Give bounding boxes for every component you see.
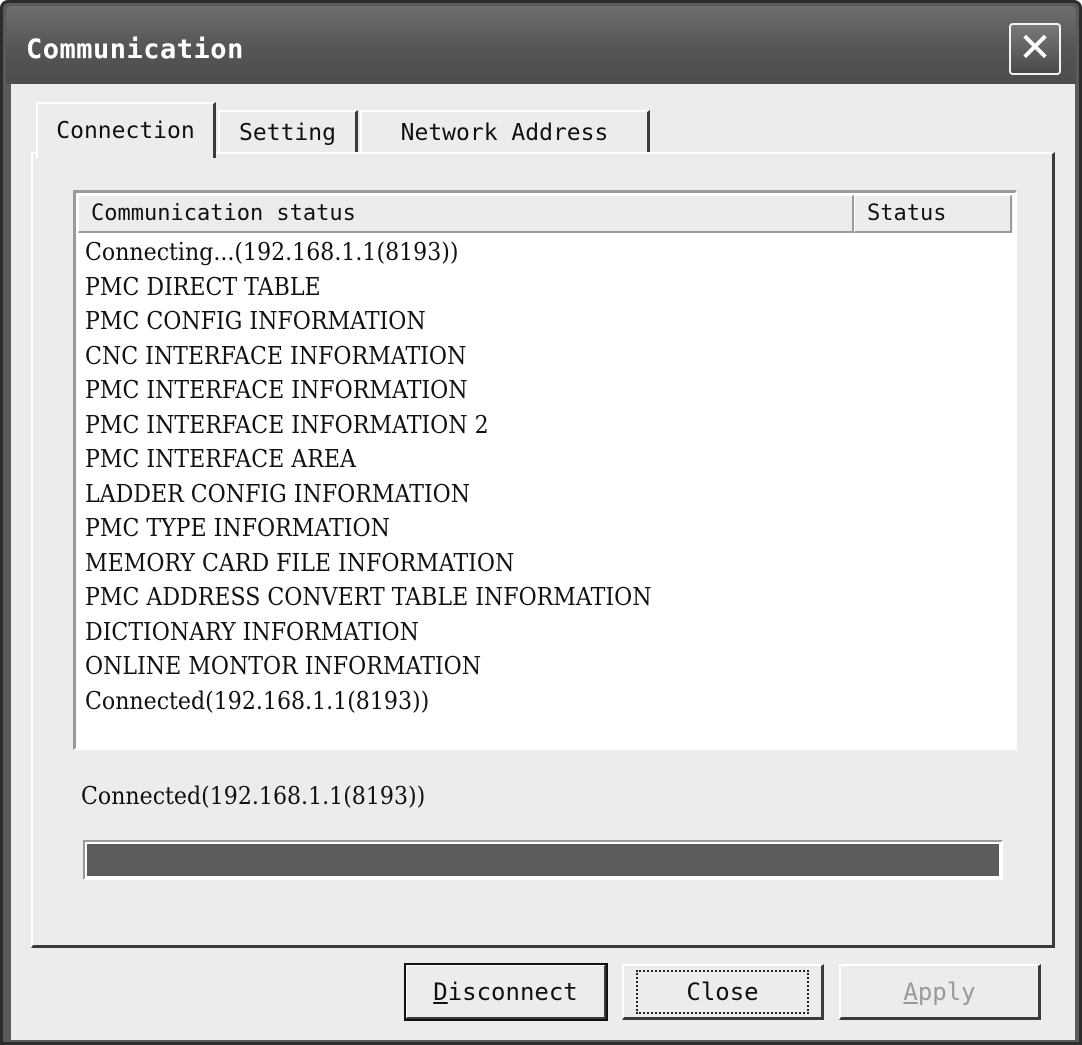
connection-panel: Communication status Status Connecting..… (31, 152, 1055, 948)
dialog-window: Communication ✕ Connection Setting Netwo… (0, 0, 1082, 1045)
apply-label: pply (917, 977, 976, 1006)
progress-bar (83, 840, 1003, 880)
list-item[interactable]: Connected(192.168.1.1(8193)) (85, 684, 937, 719)
dialog-client-area: Connection Setting Network Address Commu… (11, 84, 1075, 1040)
communication-status-list[interactable]: Communication status Status Connecting..… (73, 190, 1017, 750)
list-item[interactable]: LADDER CONFIG INFORMATION (85, 477, 937, 512)
disconnect-label: isconnect (447, 977, 578, 1006)
list-item[interactable]: MEMORY CARD FILE INFORMATION (85, 546, 937, 581)
list-item[interactable]: ONLINE MONTOR INFORMATION (85, 649, 937, 684)
list-item[interactable]: PMC INTERFACE INFORMATION 2 (85, 408, 937, 443)
disconnect-button[interactable]: Disconnect (404, 963, 608, 1021)
list-header: Communication status Status (78, 195, 1013, 233)
list-item[interactable]: Connecting...(192.168.1.1(8193)) (85, 235, 937, 270)
list-item[interactable]: CNC INTERFACE INFORMATION (85, 339, 937, 374)
tab-network-address-label: Network Address (400, 120, 609, 146)
tab-connection-label: Connection (56, 118, 195, 144)
column-header-communication-status[interactable]: Communication status (78, 195, 854, 233)
progress-fill (87, 844, 999, 876)
tab-network-address[interactable]: Network Address (360, 110, 650, 154)
tab-connection[interactable]: Connection (36, 102, 216, 158)
disconnect-mnemonic: D (433, 977, 448, 1006)
apply-button[interactable]: Apply (839, 964, 1041, 1020)
window-title: Communication (26, 34, 244, 65)
tab-setting[interactable]: Setting (218, 110, 358, 154)
list-item[interactable]: PMC TYPE INFORMATION (85, 511, 937, 546)
apply-mnemonic: A (903, 977, 918, 1006)
list-item[interactable]: PMC DIRECT TABLE (85, 270, 937, 305)
close-button[interactable]: Close (622, 964, 824, 1020)
connection-status-text: Connected(192.168.1.1(8193)) (81, 782, 426, 810)
list-item[interactable]: PMC INTERFACE INFORMATION (85, 373, 937, 408)
close-button-label: Close (636, 969, 809, 1014)
tab-setting-label: Setting (239, 120, 336, 146)
list-item[interactable]: DICTIONARY INFORMATION (85, 615, 937, 650)
list-item[interactable]: PMC CONFIG INFORMATION (85, 304, 937, 339)
list-item[interactable]: PMC ADDRESS CONVERT TABLE INFORMATION (85, 580, 937, 615)
title-bar[interactable]: Communication ✕ (6, 6, 1076, 84)
status-rows: Connecting...(192.168.1.1(8193)) PMC DIRE… (85, 235, 1011, 718)
list-item[interactable]: PMC INTERFACE AREA (85, 442, 937, 477)
column-header-status[interactable]: Status (854, 195, 1012, 233)
close-icon[interactable]: ✕ (1009, 23, 1061, 75)
